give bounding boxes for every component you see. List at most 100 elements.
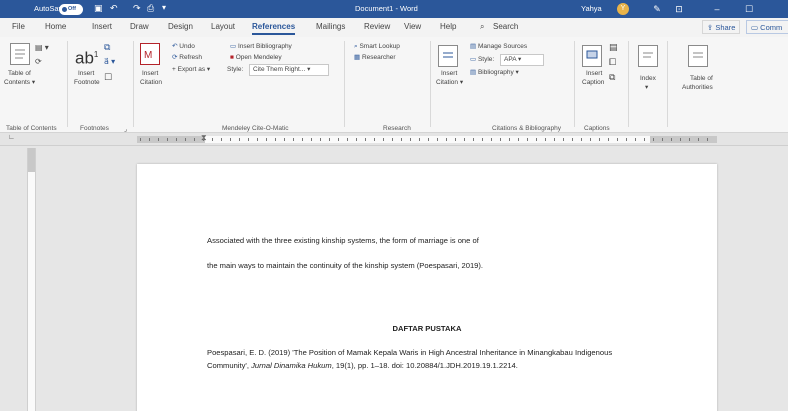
caption-insert-label-1[interactable]: Insert [586, 70, 602, 78]
tab-help[interactable]: Help [440, 22, 456, 31]
caption-insert-label-2[interactable]: Caption [582, 79, 604, 87]
citation-insert-label-2[interactable]: Citation ▾ [436, 79, 463, 87]
save-icon[interactable]: ▣ [94, 3, 103, 13]
table-of-contents-icon[interactable] [10, 43, 30, 65]
ruler-tick [563, 138, 564, 141]
maximize-icon[interactable]: ☐ [742, 2, 756, 16]
ruler-tick [284, 138, 285, 141]
ruler-tick [185, 138, 186, 141]
footnotes-dialog-launcher[interactable]: ⌟ [124, 125, 127, 133]
ruler-tick [581, 138, 582, 141]
tab-references[interactable]: References [252, 22, 296, 35]
update-table-icon[interactable]: ⟳ [35, 58, 44, 67]
authorities-label-2[interactable]: Authorities [682, 84, 713, 92]
insert-endnote-icon[interactable]: ⧉ [104, 43, 110, 52]
ruler-tick [491, 138, 492, 141]
ribbon: Table of Contents ▾ ▤ ▾ ⟳ Table of Conte… [0, 37, 788, 133]
share-button[interactable]: ⇪ Share [702, 20, 741, 34]
insert-footnote-icon[interactable]: ab1 [75, 46, 98, 68]
insert-caption-icon[interactable] [582, 45, 602, 67]
ruler-tick [203, 138, 204, 141]
index-icon[interactable] [638, 45, 658, 67]
mendeley-insert-label-2[interactable]: Citation [140, 79, 162, 87]
avatar[interactable]: Y [617, 3, 629, 15]
insert-footnote-label-1[interactable]: Insert [78, 70, 94, 78]
tab-file[interactable]: File [12, 22, 25, 31]
ruler-tick [572, 138, 573, 141]
ruler-tick [338, 138, 339, 141]
tab-insert[interactable]: Insert [92, 22, 112, 31]
group-separator [574, 41, 575, 127]
mendeley-style-select[interactable]: Cite Them Right... ▾ [249, 64, 329, 76]
tab-layout[interactable]: Layout [211, 22, 235, 31]
ruler-tick [383, 138, 384, 141]
update-table-figures-icon[interactable]: ⧠ [609, 58, 616, 67]
comments-button[interactable]: ▭ Comm [746, 20, 788, 34]
tab-mailings[interactable]: Mailings [316, 22, 345, 31]
insert-footnote-label-2[interactable]: Footnote [74, 79, 100, 87]
search-icon[interactable]: ⌕ [480, 22, 484, 32]
customize-toolbar-icon[interactable]: ▾ [162, 3, 166, 13]
paragraph-line-2: the main ways to maintain the continuity… [207, 261, 484, 270]
toc-label-2[interactable]: Contents ▾ [4, 79, 35, 87]
search-box[interactable]: Search [493, 22, 518, 31]
horizontal-ruler[interactable]: ∟ ⧗ [0, 133, 788, 146]
bibliography-button[interactable]: ▤ Bibliography ▾ [470, 69, 519, 77]
smart-lookup-button[interactable]: ⌕ Smart Lookup [354, 43, 400, 51]
undo-icon[interactable]: ↶ [110, 3, 118, 13]
citation-style-select[interactable]: APA ▾ [500, 54, 544, 66]
cross-reference-icon[interactable]: ⧉ [609, 73, 615, 82]
ruler-tick [401, 138, 402, 141]
tab-draw[interactable]: Draw [130, 22, 149, 31]
ruler-tick [365, 138, 366, 141]
index-label[interactable]: Index [640, 75, 656, 83]
ribbon-display-icon[interactable]: ⊡ [672, 2, 686, 16]
show-notes-icon[interactable]: ☐ [104, 73, 112, 82]
mendeley-undo-button[interactable]: ↶ Undo [172, 43, 195, 51]
minimize-icon[interactable]: – [710, 2, 724, 16]
vertical-ruler-top-margin [28, 148, 35, 172]
pen-icon[interactable]: ✎ [650, 2, 664, 16]
document-page[interactable]: Associated with the three existing kinsh… [137, 164, 717, 411]
ruler-tick [509, 138, 510, 141]
insert-citation-icon[interactable] [438, 45, 458, 67]
ruler-tick [140, 138, 141, 141]
group-separator [344, 41, 345, 127]
table-of-figures-icon[interactable]: ▤ [609, 43, 618, 52]
ruler-tick [527, 138, 528, 141]
autosave-toggle[interactable]: Off [59, 4, 83, 15]
index-dropdown-icon[interactable]: ▾ [645, 84, 648, 92]
vertical-ruler[interactable] [27, 148, 36, 411]
redo-icon[interactable]: ↷ [133, 3, 141, 13]
group-label-research: Research [383, 125, 411, 132]
table-of-authorities-icon[interactable] [688, 45, 708, 67]
tab-review[interactable]: Review [364, 22, 390, 31]
tab-view[interactable]: View [404, 22, 421, 31]
svg-text:M: M [144, 50, 152, 61]
citation-insert-label-1[interactable]: Insert [441, 70, 457, 78]
ruler-tick [680, 138, 681, 141]
add-text-icon[interactable]: ▤ ▾ [35, 44, 49, 53]
next-footnote-icon[interactable]: a⃗ ▾ [104, 58, 115, 66]
mendeley-insert-label-1[interactable]: Insert [142, 70, 158, 78]
insert-bibliography-button[interactable]: ▭ Insert Bibliography [230, 43, 292, 51]
user-name[interactable]: Yahya [581, 4, 602, 14]
quick-print-icon[interactable]: ⎙ [147, 3, 154, 13]
toc-label-1[interactable]: Table of [8, 70, 31, 78]
journal-title: Jurnal Dinamika Hukum [251, 360, 332, 370]
tab-selector-icon[interactable]: ∟ [8, 134, 15, 141]
mendeley-insert-citation-icon[interactable]: M [140, 43, 160, 65]
ruler-tick [536, 138, 537, 141]
tab-home[interactable]: Home [45, 22, 66, 31]
authorities-label-1[interactable]: Table of [690, 75, 713, 83]
ruler-tick [545, 138, 546, 141]
mendeley-export-button[interactable]: + Export as ▾ [172, 66, 210, 74]
title-bar: AutoSave Off ▣ ↶ ↷ ⎙ ▾ Document1 - Word … [0, 0, 788, 18]
mendeley-refresh-button[interactable]: ⟳ Refresh [172, 54, 202, 62]
tab-design[interactable]: Design [168, 22, 193, 31]
researcher-button[interactable]: ▦ Researcher [354, 54, 396, 62]
open-mendeley-button[interactable]: ■ Open Mendeley [230, 54, 282, 62]
manage-sources-button[interactable]: ▤ Manage Sources [470, 43, 527, 51]
ruler-tick [419, 138, 420, 141]
document-title: Document1 - Word [355, 4, 418, 13]
